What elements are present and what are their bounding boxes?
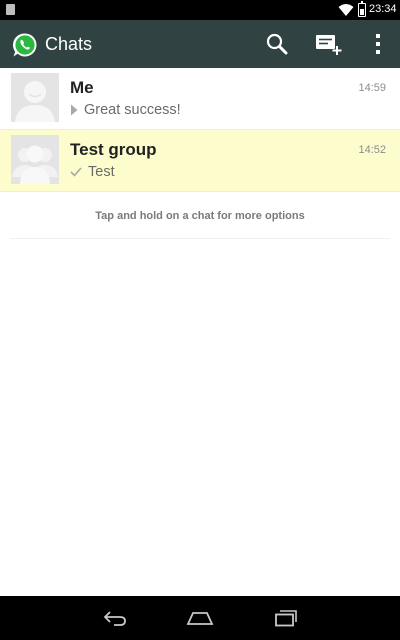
recent-apps-icon: [275, 610, 297, 627]
avatar[interactable]: [11, 73, 59, 122]
overflow-menu-icon: [376, 34, 380, 54]
recent-apps-button[interactable]: [266, 606, 306, 630]
back-button[interactable]: [95, 606, 135, 630]
status-time: 23:34: [369, 3, 397, 15]
group-placeholder-icon: [11, 135, 59, 184]
hint-text: Tap and hold on a chat for more options: [95, 210, 305, 222]
search-icon: [266, 33, 288, 55]
chat-preview: Test: [70, 164, 115, 180]
home-icon: [186, 612, 214, 625]
back-icon: [103, 611, 126, 626]
divider: [10, 238, 390, 239]
chat-row-me[interactable]: Me 14:59 Great success!: [0, 68, 400, 130]
action-bar: Chats: [0, 20, 400, 68]
chat-preview-text: Test: [88, 164, 115, 180]
chat-time: 14:52: [358, 144, 386, 156]
navigation-bar: [0, 596, 400, 640]
play-triangle-icon: [71, 104, 78, 116]
chat-row-test-group[interactable]: Test group 14:52 Test: [0, 130, 400, 192]
new-chat-button[interactable]: [311, 28, 347, 60]
chat-preview: Great success!: [70, 102, 181, 118]
chat-preview-text: Great success!: [84, 102, 181, 118]
page-title: Chats: [45, 34, 93, 54]
search-button[interactable]: [259, 28, 295, 60]
check-icon: [70, 167, 82, 177]
overflow-menu-button[interactable]: [360, 28, 396, 60]
whatsapp-logo-icon[interactable]: [12, 32, 38, 58]
new-chat-icon: [316, 35, 342, 55]
chat-time: 14:59: [358, 82, 386, 94]
battery-icon: [358, 1, 366, 17]
chat-name: Me: [70, 78, 94, 97]
notification-icon: [6, 4, 15, 15]
chat-name: Test group: [70, 140, 157, 159]
wifi-icon: [338, 4, 354, 16]
person-placeholder-icon: [11, 73, 59, 122]
home-button[interactable]: [180, 606, 220, 630]
status-bar: 23:34: [0, 0, 400, 20]
avatar[interactable]: [11, 135, 59, 184]
chat-list: Me 14:59 Great success! Test group 14:52: [0, 68, 400, 192]
